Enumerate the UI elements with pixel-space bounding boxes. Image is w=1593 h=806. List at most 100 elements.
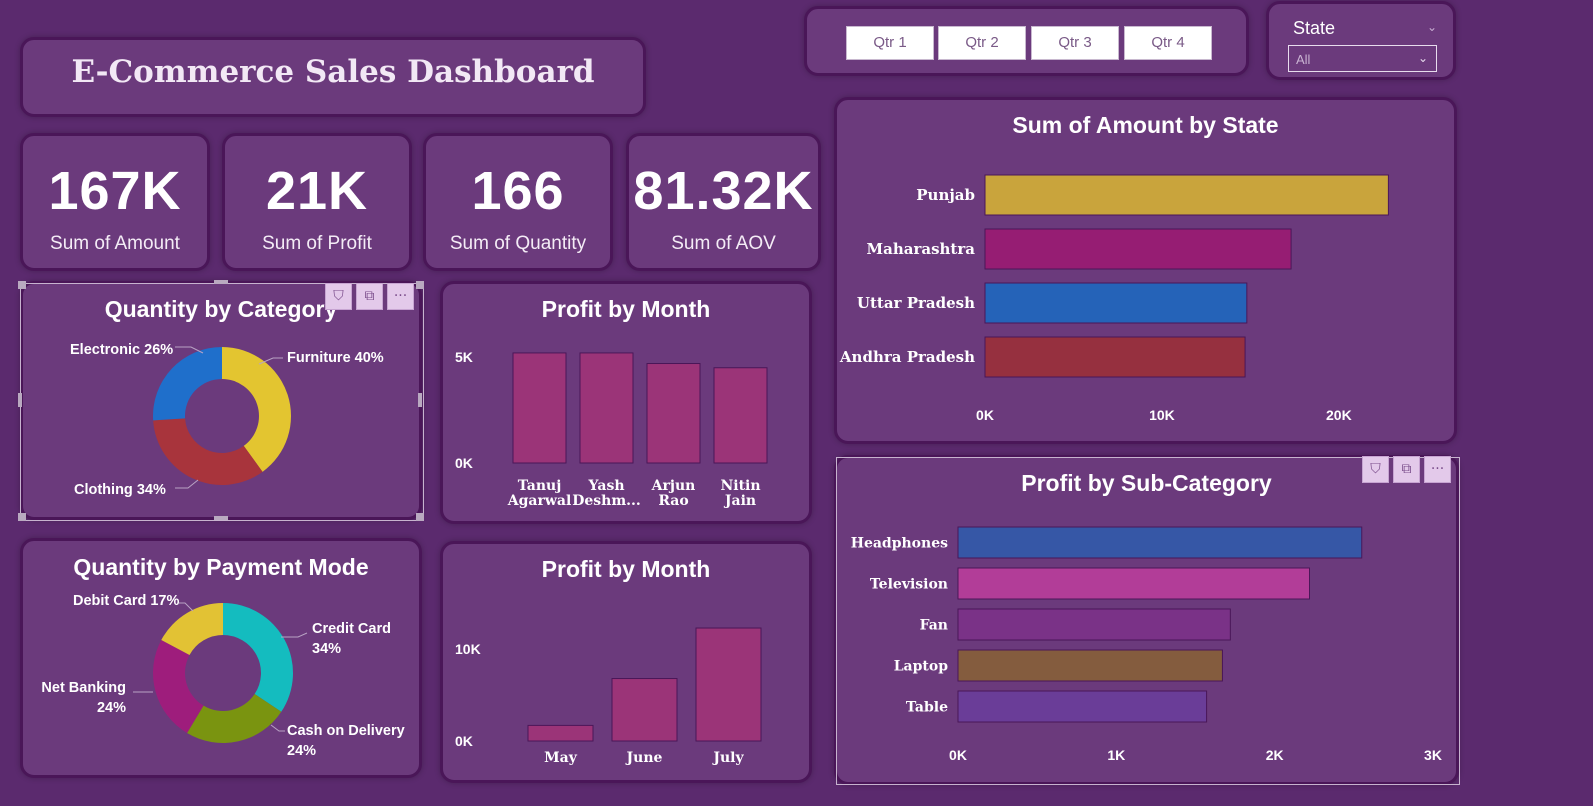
category-label: Rao	[658, 493, 688, 509]
profit-by-month-card[interactable]: Profit by Month 0K 10K May June July	[440, 541, 812, 783]
category-label: Fan	[920, 618, 948, 634]
category-label: Television	[870, 577, 948, 593]
tick-label: 0K	[455, 733, 473, 749]
resize-handle[interactable]	[214, 516, 228, 520]
amount-by-state-chart: Punjab Maharashtra Uttar Pradesh Andhra Pra…	[839, 174, 1389, 423]
focus-mode-icon[interactable]: ⧉	[356, 283, 383, 310]
bar	[527, 724, 594, 742]
profit-by-month-chart: 0K 10K May June July	[455, 627, 762, 766]
amount-by-state-card[interactable]: Sum of Amount by State Punjab Maharashtra…	[834, 97, 1457, 444]
bar	[984, 336, 1246, 378]
pie-slice	[223, 603, 293, 712]
slice-label: Net Banking	[41, 680, 126, 696]
bar	[512, 352, 567, 464]
tick-label: 0K	[949, 747, 967, 763]
state-slicer-label: State	[1293, 18, 1336, 38]
category-label: Deshm...	[572, 493, 641, 509]
qtr-2-button[interactable]: Qtr 2	[938, 26, 1026, 60]
slice-label: Debit Card 17%	[73, 593, 179, 609]
category-label: Maharashtra	[867, 240, 976, 258]
resize-handle[interactable]	[418, 393, 422, 407]
category-label: Uttar Pradesh	[857, 294, 975, 312]
category-label: June	[625, 750, 663, 766]
slice-label: 24%	[287, 743, 316, 759]
profit-by-subcategory-chart: Headphones Television Fan Laptop Table 0K 1K 2K…	[851, 526, 1442, 763]
resize-handle[interactable]	[18, 281, 26, 289]
resize-handle[interactable]	[416, 281, 424, 289]
kpi-value: 166	[471, 161, 565, 221]
bar	[579, 352, 634, 464]
resize-handle[interactable]	[214, 280, 228, 284]
slice-label: 34%	[312, 641, 341, 657]
resize-handle[interactable]	[18, 393, 22, 407]
tick-label: 2K	[1266, 747, 1284, 763]
quarter-slicer: Qtr 1 Qtr 2 Qtr 3 Qtr 4	[804, 6, 1249, 76]
focus-mode-icon[interactable]: ⧉	[1393, 456, 1420, 483]
leader-line	[175, 479, 199, 489]
pie-slice	[153, 418, 263, 485]
bar	[957, 526, 1363, 559]
leader-line	[281, 632, 308, 638]
kpi-card-aov[interactable]: 81.32K Sum of AOV	[626, 133, 821, 271]
resize-handle[interactable]	[18, 513, 26, 521]
qtr-3-button[interactable]: Qtr 3	[1031, 26, 1119, 60]
bar	[957, 690, 1208, 723]
tick-label: 0K	[455, 455, 473, 471]
more-options-icon[interactable]: ···	[1424, 456, 1451, 483]
slice-label: Credit Card	[312, 621, 391, 637]
bar	[984, 174, 1389, 216]
state-dropdown[interactable]: All ⌄	[1288, 45, 1437, 72]
slice-label: Electronic 26%	[70, 342, 173, 358]
kpi-card-profit[interactable]: 21K Sum of Profit	[222, 133, 412, 271]
leader-line	[179, 602, 194, 612]
kpi-label: Sum of Quantity	[449, 233, 587, 254]
category-label: Headphones	[851, 536, 948, 552]
bar	[957, 608, 1231, 641]
kpi-label: Sum of Amount	[50, 233, 180, 254]
dashboard-title: E-Commerce Sales Dashboard	[71, 54, 595, 90]
slice-label: Cash on Delivery	[287, 723, 405, 739]
tick-label: 1K	[1107, 747, 1125, 763]
profit-by-customer-card[interactable]: Profit by Month 0K 5K Tanuj Agarwal Yash Desh…	[440, 281, 812, 524]
filter-icon[interactable]: ⛉	[1362, 456, 1389, 483]
quantity-by-payment-card[interactable]: Quantity by Payment Mode Credit Card 34% C…	[20, 538, 422, 778]
category-label: Tanuj	[518, 478, 562, 494]
bar	[646, 363, 701, 464]
qtr-1-button[interactable]: Qtr 1	[846, 26, 934, 60]
kpi-card-quantity[interactable]: 166 Sum of Quantity	[423, 133, 613, 271]
category-label: Andhra Pradesh	[839, 348, 975, 366]
bar	[984, 282, 1248, 324]
kpi-card-amount[interactable]: 167K Sum of Amount	[20, 133, 210, 271]
qtr-4-button[interactable]: Qtr 4	[1124, 26, 1212, 60]
kpi-label: Sum of AOV	[671, 233, 776, 254]
quantity-by-payment-chart: Credit Card 34% Cash on Delivery 24% Net Ban…	[41, 593, 405, 759]
chevron-down-icon: ⌄	[1417, 51, 1428, 65]
category-label: Laptop	[894, 659, 949, 675]
resize-handle[interactable]	[416, 513, 424, 521]
slice-label: Clothing 34%	[74, 482, 166, 498]
tick-label: 5K	[455, 349, 473, 365]
bar	[984, 228, 1292, 270]
category-label: Nitin	[720, 478, 760, 494]
bar	[957, 649, 1223, 682]
tick-label: 20K	[1326, 407, 1352, 423]
kpi-value: 21K	[265, 161, 369, 221]
tick-label: 0K	[976, 407, 994, 423]
quantity-by-category-card[interactable]: Quantity by Category Furniture 40% Clothi…	[20, 281, 422, 520]
category-label: Agarwal	[507, 493, 572, 509]
bar	[957, 567, 1310, 600]
bar	[695, 627, 762, 742]
state-slicer: State ⌄ All ⌄	[1266, 1, 1456, 80]
category-label: Jain	[723, 493, 756, 509]
filter-icon[interactable]: ⛉	[325, 283, 352, 310]
state-dropdown-value: All	[1296, 52, 1311, 67]
slice-label: 24%	[97, 700, 126, 716]
category-label: Arjun	[651, 478, 696, 494]
more-options-icon[interactable]: ···	[387, 283, 414, 310]
chevron-down-icon[interactable]: ⌄	[1427, 20, 1437, 34]
profit-by-subcategory-card[interactable]: Profit by Sub-Category Headphones Televis…	[834, 455, 1459, 785]
visual-toolbar-category: ⛉ ⧉ ···	[325, 283, 414, 310]
category-label: Table	[906, 700, 948, 716]
category-label: Yash	[587, 478, 624, 494]
tick-label: 10K	[1149, 407, 1175, 423]
